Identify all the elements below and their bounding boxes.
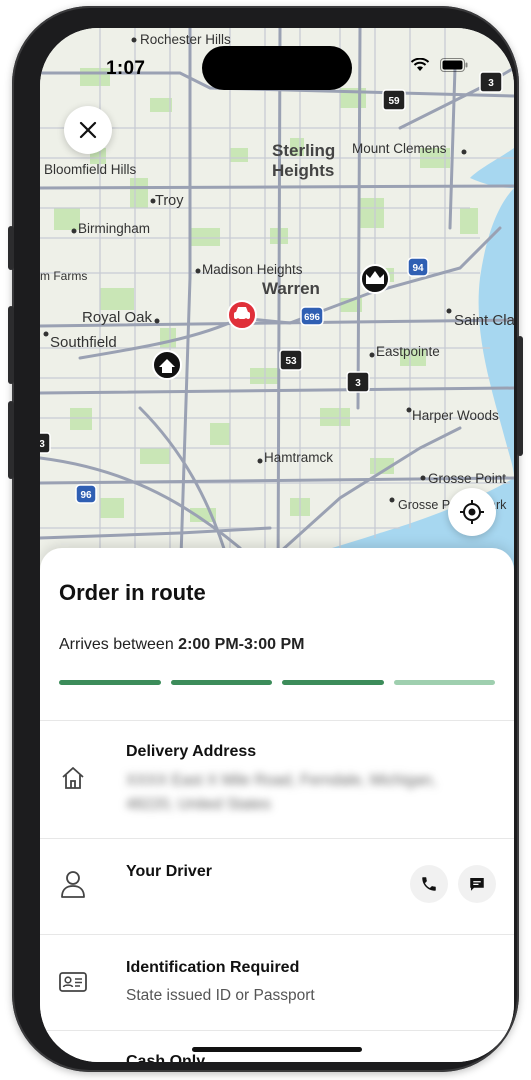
id-card-icon (58, 967, 88, 997)
cash-icon (58, 1057, 88, 1062)
payment-label: Cash Only (126, 1053, 206, 1062)
identification-detail: State issued ID or Passport (126, 987, 315, 1004)
map-label-rochester-hills: Rochester Hills (140, 32, 231, 47)
progress-segment (282, 680, 384, 685)
svg-text:94: 94 (412, 263, 424, 274)
progress-segment (393, 680, 495, 685)
order-sheet: Order in route Arrives between 2:00 PM-3… (40, 548, 514, 1062)
shield-94: 94 (407, 257, 429, 277)
side-button (517, 336, 523, 456)
close-button[interactable] (64, 106, 112, 154)
shield-3: 3 (40, 432, 51, 454)
svg-text:3: 3 (488, 78, 494, 89)
svg-text:3: 3 (40, 439, 45, 450)
recenter-location-button[interactable] (448, 488, 496, 536)
shield-59: 59 (382, 89, 406, 111)
arrival-window: Arrives between 2:00 PM-3:00 PM (59, 636, 304, 654)
map-label-heights: Heights (272, 161, 334, 180)
map-label-birmingham: Birmingham (78, 221, 150, 236)
map-label-bloomfield-hills: Bloomfield Hills (44, 162, 137, 177)
svg-text:59: 59 (388, 96, 400, 107)
phone-frame: Rochester Hills Bloomfield Hills Troy St… (8, 6, 523, 1072)
delivery-address-row[interactable]: Delivery Address XXXX East X Mile Road, … (40, 720, 514, 839)
shield-3: 3 (479, 71, 503, 93)
home-indicator (192, 1047, 362, 1052)
wifi-icon (410, 58, 430, 71)
svg-text:96: 96 (80, 490, 92, 501)
store-crown-pin-icon[interactable] (360, 264, 390, 294)
driver-row: Your Driver (40, 838, 514, 935)
person-icon (58, 869, 88, 899)
map-label-saint-clair: Saint Cla (454, 312, 514, 329)
crosshair-location-icon (460, 500, 484, 524)
identification-row: Identification Required State issued ID … (40, 934, 514, 1031)
map-label-eastpointe: Eastpointe (376, 344, 440, 359)
shield-96: 96 (75, 484, 97, 504)
map-label-mount-clemens: Mount Clemens (352, 141, 447, 156)
delivery-address-value: XXXX East X Mile Road, Ferndale, Michiga… (126, 772, 437, 813)
map-canvas: Rochester Hills Bloomfield Hills Troy St… (40, 28, 514, 588)
side-button (8, 306, 14, 384)
order-status-title: Order in route (59, 580, 206, 605)
map-label-madison-heights: Madison Heights (202, 262, 303, 277)
battery-icon (440, 58, 468, 72)
map-label-warren: Warren (262, 279, 320, 298)
shield-53: 53 (279, 349, 303, 371)
svg-text:53: 53 (285, 356, 297, 367)
shield-696: 696 (300, 306, 324, 326)
phone-icon (422, 877, 436, 891)
status-time: 1:07 (106, 58, 146, 79)
home-icon (58, 763, 88, 793)
side-button (8, 226, 14, 270)
map-label-royal-oak: Royal Oak (82, 309, 153, 326)
shield-3: 3 (346, 371, 370, 393)
map-label-grosse-pointe: Grosse Point (428, 471, 506, 486)
identification-label: Identification Required (126, 959, 300, 976)
map-label-hamtramck: Hamtramck (264, 450, 333, 465)
map-view[interactable]: Rochester Hills Bloomfield Hills Troy St… (40, 28, 514, 588)
status-icons (410, 58, 468, 72)
dynamic-island (202, 46, 352, 90)
car-pin-icon[interactable] (227, 300, 257, 330)
map-label-southfield: Southfield (50, 334, 117, 351)
chat-icon (470, 878, 484, 891)
map-label-troy: Troy (155, 193, 184, 209)
progress-segment (59, 680, 161, 685)
map-label-sterling: Sterling (272, 141, 335, 160)
close-icon (79, 121, 97, 139)
driver-label: Your Driver (126, 863, 212, 880)
svg-text:696: 696 (304, 312, 320, 323)
side-button (8, 401, 14, 479)
svg-text:3: 3 (355, 378, 361, 389)
progress-segment (170, 680, 272, 685)
call-driver-button[interactable] (410, 865, 448, 903)
map-label-harper-woods: Harper Woods (412, 408, 499, 423)
delivery-address-label: Delivery Address (126, 743, 257, 760)
payment-row: Cash Only (40, 1030, 514, 1062)
map-label-farms: m Farms (40, 269, 87, 283)
order-progress-bar (59, 680, 495, 685)
arrival-time-range: 2:00 PM-3:00 PM (178, 636, 305, 653)
arrival-prefix: Arrives between (59, 636, 179, 653)
message-driver-button[interactable] (458, 865, 496, 903)
screen: Rochester Hills Bloomfield Hills Troy St… (40, 28, 514, 1062)
home-pin-icon[interactable] (152, 350, 182, 380)
